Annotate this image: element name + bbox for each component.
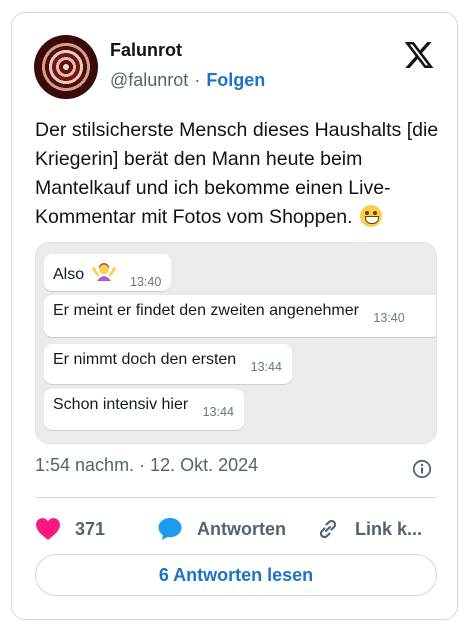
heart-icon — [36, 518, 60, 540]
link-label: Link k... — [355, 518, 423, 539]
chat-message: Also 13:40 — [44, 254, 172, 291]
chat-message-time: 13:40 — [130, 275, 162, 289]
chat-message-time: 13:44 — [202, 405, 234, 419]
chat-message-text: Also — [53, 266, 85, 283]
chat-message: Schon intensiv hier 13:44 — [44, 389, 244, 430]
author-handle-row: @falunrot · Folgen — [110, 70, 265, 91]
chat-message-text: Er nimmt doch den ersten — [53, 351, 237, 368]
info-icon[interactable] — [412, 459, 432, 479]
chat-message-text: Schon intensiv hier — [53, 396, 189, 413]
chat-message-time: 13:44 — [250, 360, 282, 374]
tweet-text: Der stilsicherste Mensch dieses Haushalt… — [35, 116, 445, 232]
author-handle[interactable]: @falunrot — [110, 70, 188, 90]
read-replies-button[interactable]: 6 Antworten lesen — [35, 554, 437, 596]
like-button[interactable]: 371 — [35, 515, 105, 543]
action-bar: 371 Antworten Link k... — [35, 515, 445, 543]
tweet-card: Falunrot @falunrot · Folgen Der stilsicher… — [11, 12, 458, 620]
speech-bubble-icon — [158, 518, 182, 540]
follow-button[interactable]: Folgen — [206, 70, 265, 90]
divider — [35, 497, 437, 498]
like-count: 371 — [75, 518, 106, 539]
chat-screenshot-image[interactable]: Also 13:40 Er meint er findet den zweite… — [35, 242, 437, 444]
separator-dot: · — [194, 70, 201, 90]
grinning-face-icon — [359, 205, 382, 227]
author-name[interactable]: Falunrot — [110, 40, 182, 61]
chat-message-text: Er meint er findet den zweiten angenehme… — [53, 302, 359, 319]
chat-message: Er nimmt doch den ersten 13:44 — [44, 344, 292, 384]
avatar[interactable] — [34, 35, 98, 99]
chat-message-time: 13:40 — [373, 311, 405, 325]
copy-link-button[interactable]: Link k... — [315, 515, 422, 543]
tweet-timestamp[interactable]: 1:54 nachm. · 12. Okt. 2024 — [35, 455, 258, 476]
chat-message: Er meint er findet den zweiten angenehme… — [44, 295, 436, 337]
reply-label: Antworten — [197, 518, 286, 539]
x-logo-icon[interactable] — [402, 39, 436, 71]
reply-button[interactable]: Antworten — [157, 515, 286, 543]
person-shrugging-icon — [91, 263, 116, 281]
link-icon — [319, 519, 337, 539]
